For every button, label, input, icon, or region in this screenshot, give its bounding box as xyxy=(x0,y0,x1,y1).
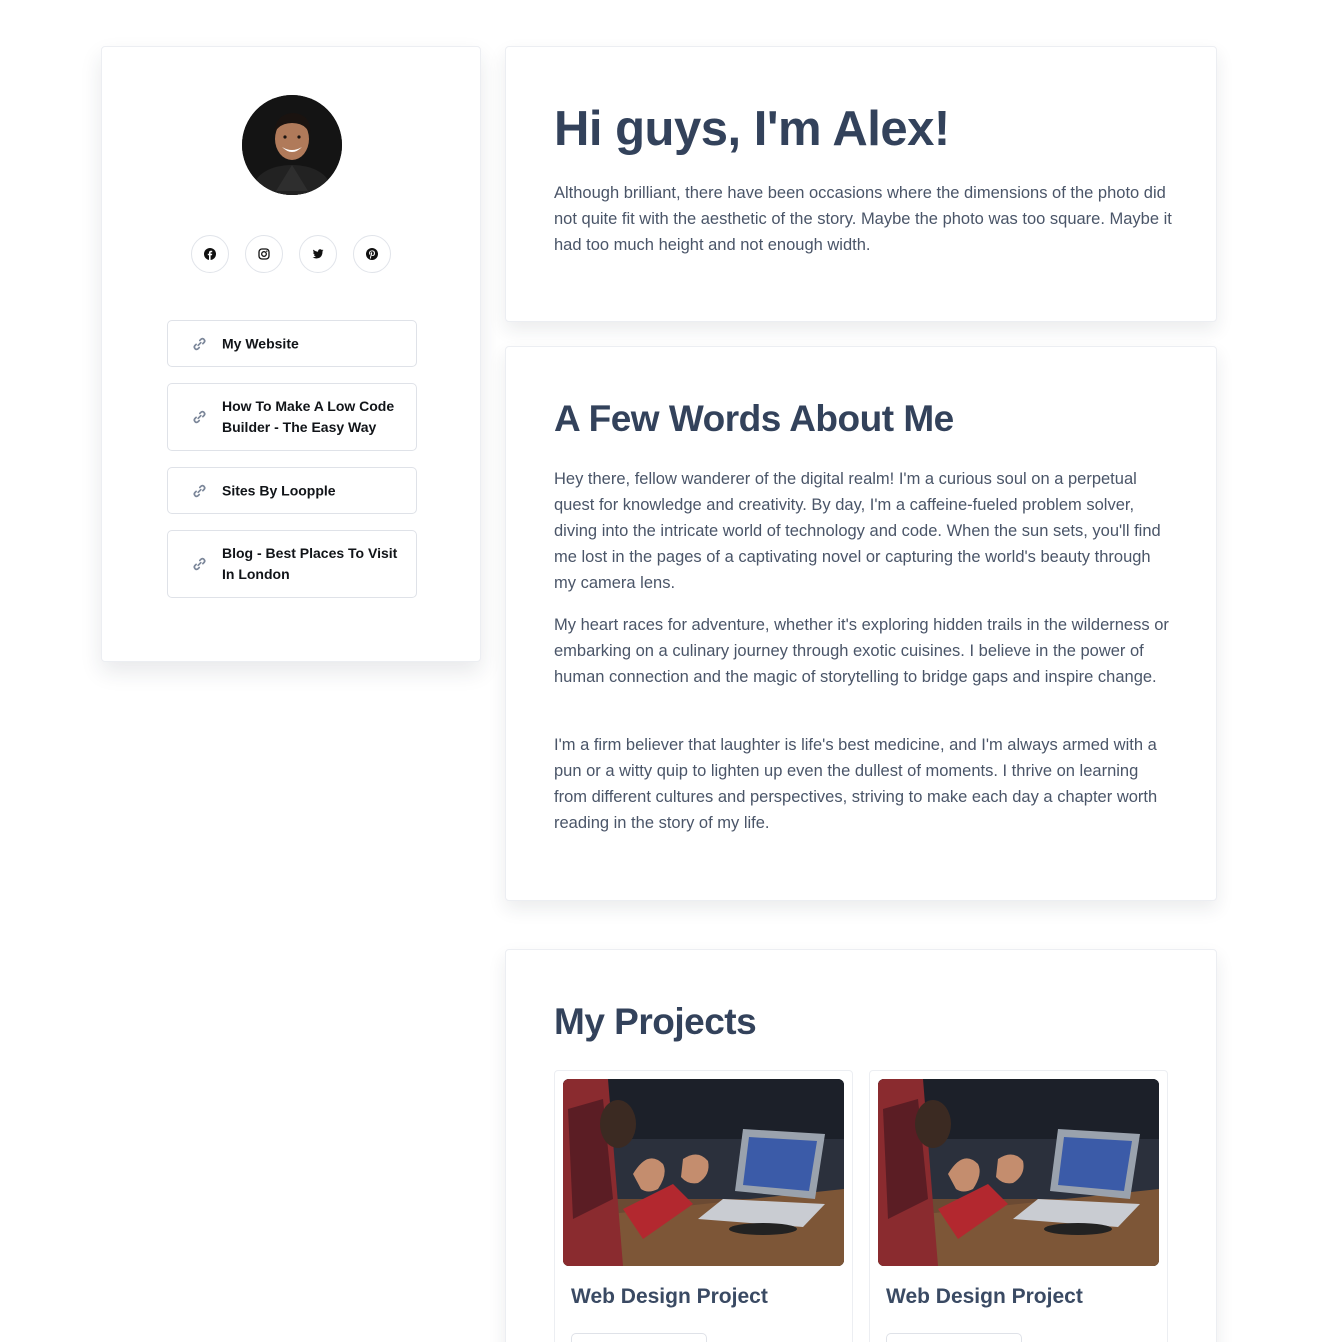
link-button-blog-london[interactable]: Blog - Best Places To Visit In London xyxy=(167,530,417,598)
about-paragraph: I'm a firm believer that laughter is lif… xyxy=(554,736,1158,832)
intro-card: Hi guys, I'm Alex! Although brilliant, t… xyxy=(505,46,1217,322)
link-button-my-website[interactable]: My Website xyxy=(167,320,417,367)
instagram-icon xyxy=(258,248,270,260)
link-icon xyxy=(192,410,207,425)
about-card: A Few Words About Me Hey there, fellow w… xyxy=(505,346,1217,901)
twitter-button[interactable] xyxy=(299,235,337,273)
link-icon xyxy=(192,483,207,498)
instagram-button[interactable] xyxy=(245,235,283,273)
link-label: How To Make A Low Code Builder - The Eas… xyxy=(222,398,395,435)
facebook-button[interactable] xyxy=(191,235,229,273)
pinterest-icon xyxy=(366,248,378,260)
page: My Website How To Make A Low Code Builde… xyxy=(0,0,1342,1342)
link-label: Sites By Loopple xyxy=(222,482,336,498)
about-title: A Few Words About Me xyxy=(554,398,954,439)
projects-title: My Projects xyxy=(554,1001,757,1042)
intro-text: Although brilliant, there have been occa… xyxy=(554,184,1172,254)
link-button-sites-by-loopple[interactable]: Sites By Loopple xyxy=(167,467,417,514)
project-card[interactable]: Web Design Project xyxy=(869,1070,1168,1342)
avatar xyxy=(242,95,342,195)
facebook-icon xyxy=(204,248,216,260)
link-icon xyxy=(192,557,207,572)
intro-title: Hi guys, I'm Alex! xyxy=(554,102,950,156)
about-paragraph: My heart races for adventure, whether it… xyxy=(554,616,1169,686)
project-button[interactable] xyxy=(571,1333,707,1342)
link-label: Blog - Best Places To Visit In London xyxy=(222,545,398,582)
about-paragraph: Hey there, fellow wanderer of the digita… xyxy=(554,470,1161,592)
link-icon xyxy=(192,336,207,351)
profile-card: My Website How To Make A Low Code Builde… xyxy=(101,46,481,662)
project-title: Web Design Project xyxy=(886,1285,1083,1308)
project-card[interactable]: Web Design Project xyxy=(554,1070,853,1342)
projects-card: My Projects Web Design Project Web Desig… xyxy=(505,949,1217,1342)
link-label: My Website xyxy=(222,335,299,351)
link-button-low-code-builder[interactable]: How To Make A Low Code Builder - The Eas… xyxy=(167,383,417,451)
pinterest-button[interactable] xyxy=(353,235,391,273)
project-title: Web Design Project xyxy=(571,1285,768,1308)
project-image xyxy=(878,1079,1159,1266)
avatar-photo xyxy=(242,95,342,195)
social-links xyxy=(191,235,391,273)
twitter-icon xyxy=(312,249,324,259)
project-button[interactable] xyxy=(886,1333,1022,1342)
project-image xyxy=(563,1079,844,1266)
